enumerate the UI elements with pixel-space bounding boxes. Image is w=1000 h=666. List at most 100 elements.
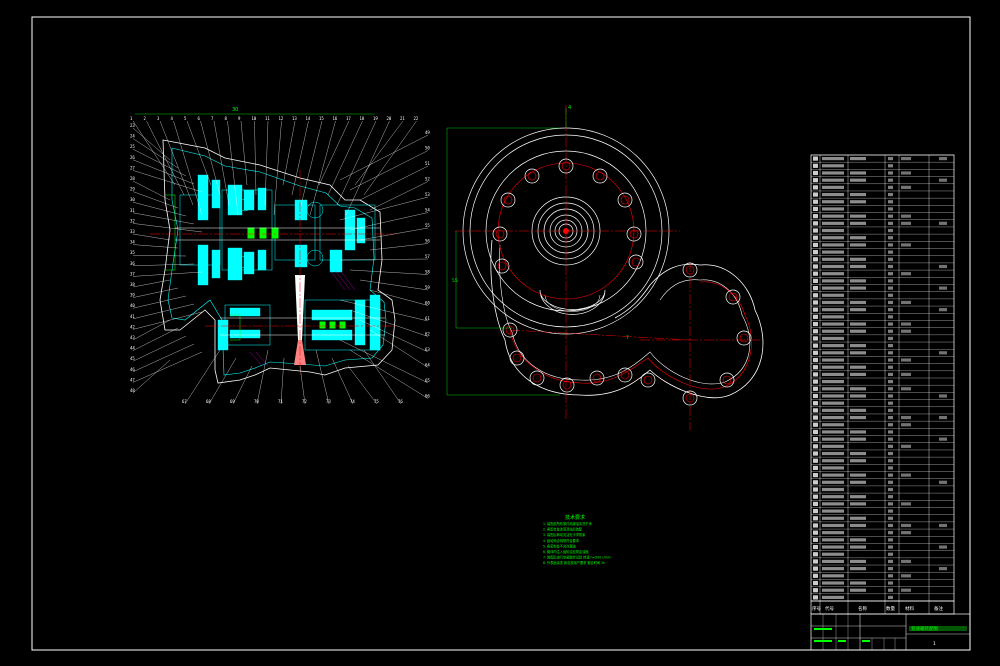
parts-header-cell: 材料 (905, 605, 914, 612)
callout-number: 33 (130, 229, 135, 234)
section-top-dimension: 30 (232, 107, 238, 113)
parts-row-marker (813, 401, 818, 406)
callout-number: 75 (374, 399, 379, 404)
parts-row-marker (813, 170, 818, 176)
callout-number: 56 (425, 239, 430, 244)
parts-row-marker (813, 307, 818, 312)
callout-number: 65 (425, 378, 430, 383)
parts-row-marker (813, 372, 818, 377)
callout-number: 15 (319, 116, 324, 121)
parts-header-cell: 名称 (858, 605, 867, 612)
callout-number: 66 (425, 394, 430, 399)
callout-number: 26 (130, 155, 135, 160)
parts-row-marker (813, 357, 818, 363)
parts-row-marker (813, 595, 818, 600)
callout-number: 9 (238, 116, 241, 121)
parts-row-marker (813, 451, 818, 456)
callout-number: 70 (254, 399, 259, 404)
callout-number: 8 (225, 116, 228, 121)
callout-number: 14 (306, 116, 311, 121)
parts-row-marker (813, 530, 818, 535)
callout-number: 2 (144, 116, 147, 121)
callout-number: 3 (157, 116, 160, 121)
parts-row-marker (813, 473, 818, 478)
bolt-hole (494, 258, 510, 274)
parts-row-marker (813, 257, 818, 262)
parts-row-marker (813, 480, 818, 485)
callout-number: 62 (425, 332, 430, 337)
notes-line: 7. 装配后进行空载跑合试验 转速 n=500 r/min (543, 555, 611, 560)
callout-number: 24 (130, 134, 135, 139)
parts-row-marker (813, 573, 818, 578)
callout-number: 22 (414, 116, 419, 121)
parts-row-marker (813, 300, 818, 305)
callout-number: 43 (130, 335, 135, 340)
bolt-hole (492, 226, 508, 242)
parts-row-marker (813, 429, 818, 435)
parts-row-marker (813, 458, 818, 463)
callout-number: 20 (387, 116, 392, 121)
callout-number: 30 (130, 197, 135, 202)
callout-number: 35 (130, 250, 135, 255)
end-view-dim-top: 4 (568, 105, 571, 111)
callout-number: 57 (425, 254, 430, 259)
callout-number: 52 (425, 177, 430, 182)
notes-line: 2. 各配合处涂润滑油后装配 (543, 527, 583, 532)
parts-row-marker (813, 393, 818, 399)
end-view-dim-left: 55 (452, 278, 458, 284)
parts-row-marker (813, 278, 818, 283)
parts-row-marker (813, 415, 818, 420)
title-block-sheet: 1 (933, 641, 936, 647)
parts-row-marker (813, 408, 818, 413)
callout-number: 51 (425, 161, 430, 166)
parts-row-marker (813, 365, 818, 370)
callout-number: 13 (292, 116, 297, 121)
parts-row-marker (813, 321, 818, 327)
callout-number: 46 (130, 367, 135, 372)
parts-row-marker (813, 199, 818, 204)
callout-number: 28 (130, 176, 135, 181)
callout-number: 16 (333, 116, 338, 121)
parts-row-marker (813, 580, 818, 586)
callout-number: 71 (278, 399, 283, 404)
bolt-hole (589, 370, 605, 386)
callout-number: 29 (130, 187, 135, 192)
parts-row-marker (813, 156, 818, 161)
parts-row-marker (813, 494, 818, 499)
callout-number: 68 (206, 399, 211, 404)
callout-number: 49 (425, 130, 430, 135)
parts-row-marker (813, 566, 818, 571)
parts-header-cell: 序号 (812, 605, 821, 612)
parts-row-marker (813, 559, 818, 564)
bolt-hole (719, 372, 735, 388)
bolt-hole (617, 192, 633, 208)
parts-row-marker (813, 285, 818, 291)
parts-row-marker (813, 214, 818, 219)
callout-number: 54 (425, 208, 430, 213)
section-view: 30 1 2 3 4 5 6 7 8 9 10 11 12 13 14 15 1… (130, 107, 430, 405)
callout-number: 4 (171, 116, 174, 121)
callout-number: 39 (130, 293, 135, 298)
notes-line: 5. 各密封处不允许漏油 (543, 543, 576, 548)
bolt-hole (725, 289, 741, 305)
bolt-hole (509, 350, 525, 366)
callout-number: 74 (350, 399, 355, 404)
callout-number: 21 (400, 116, 405, 121)
parts-row-marker (813, 386, 818, 391)
parts-header-cell: 备注 (934, 605, 943, 612)
parts-row-marker (813, 516, 818, 521)
technical-notes: 技术要求 1. 装配前所有零件用煤油清洗干净2. 各配合处涂润滑油后装配3. 装… (543, 514, 611, 565)
callout-number: 47 (130, 377, 135, 382)
callout-number: 53 (425, 192, 430, 197)
callout-number: 59 (425, 285, 430, 290)
callout-number: 40 (130, 303, 135, 308)
parts-row-marker (813, 523, 818, 528)
callout-number: 1 (130, 116, 133, 121)
callout-number: 32 (130, 218, 135, 223)
callout-number: 44 (130, 346, 135, 351)
notes-title: 技术要求 (565, 514, 585, 521)
notes-line: 1. 装配前所有零件用煤油清洗干净 (543, 521, 592, 526)
callout-number: 42 (130, 324, 135, 329)
parts-row-marker (813, 437, 818, 442)
callout-number: 72 (302, 399, 307, 404)
